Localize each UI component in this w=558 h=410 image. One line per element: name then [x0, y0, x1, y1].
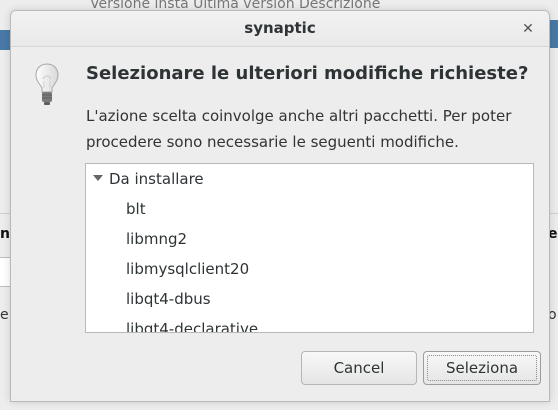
- dialog-title: synaptic: [244, 19, 316, 37]
- tree-item[interactable]: libmng2: [126, 224, 187, 254]
- tree-group-row[interactable]: Da installare: [86, 164, 533, 194]
- synaptic-dialog: synaptic ✕ Selezionare le ulteriori modi…: [10, 10, 550, 402]
- tree-item[interactable]: libqt4-dbus: [126, 284, 211, 314]
- dialog-heading: Selezionare le ulteriori modifiche richi…: [86, 63, 529, 84]
- tree-item[interactable]: libmysqlclient20: [126, 254, 249, 284]
- background-text-left-top: n: [0, 226, 10, 242]
- tree-item[interactable]: libqt4-declarative: [126, 314, 258, 332]
- background-column-headers: Versione insta Ultima version Descrizion…: [90, 0, 381, 9]
- close-icon[interactable]: ✕: [519, 20, 537, 38]
- tree-group-label[interactable]: Da installare: [109, 164, 204, 194]
- lightbulb-icon: [35, 63, 59, 105]
- tree-item[interactable]: blt: [126, 194, 146, 224]
- background-selection-left: [0, 30, 10, 50]
- background-text-left-bottom: e: [0, 307, 9, 323]
- cancel-button[interactable]: Cancel: [301, 351, 417, 385]
- cancel-button-label: Cancel: [333, 359, 385, 377]
- seleziona-button[interactable]: Seleziona: [423, 351, 541, 385]
- dialog-titlebar: synaptic ✕: [11, 11, 549, 47]
- changes-tree[interactable]: Da installare blt libmng2 libmysqlclient…: [85, 163, 534, 333]
- seleziona-button-label: Seleziona: [445, 359, 519, 377]
- dialog-description: L'azione scelta coinvolge anche altri pa…: [86, 107, 512, 151]
- background-divider-left: [0, 213, 10, 214]
- triangle-down-icon[interactable]: [93, 175, 103, 181]
